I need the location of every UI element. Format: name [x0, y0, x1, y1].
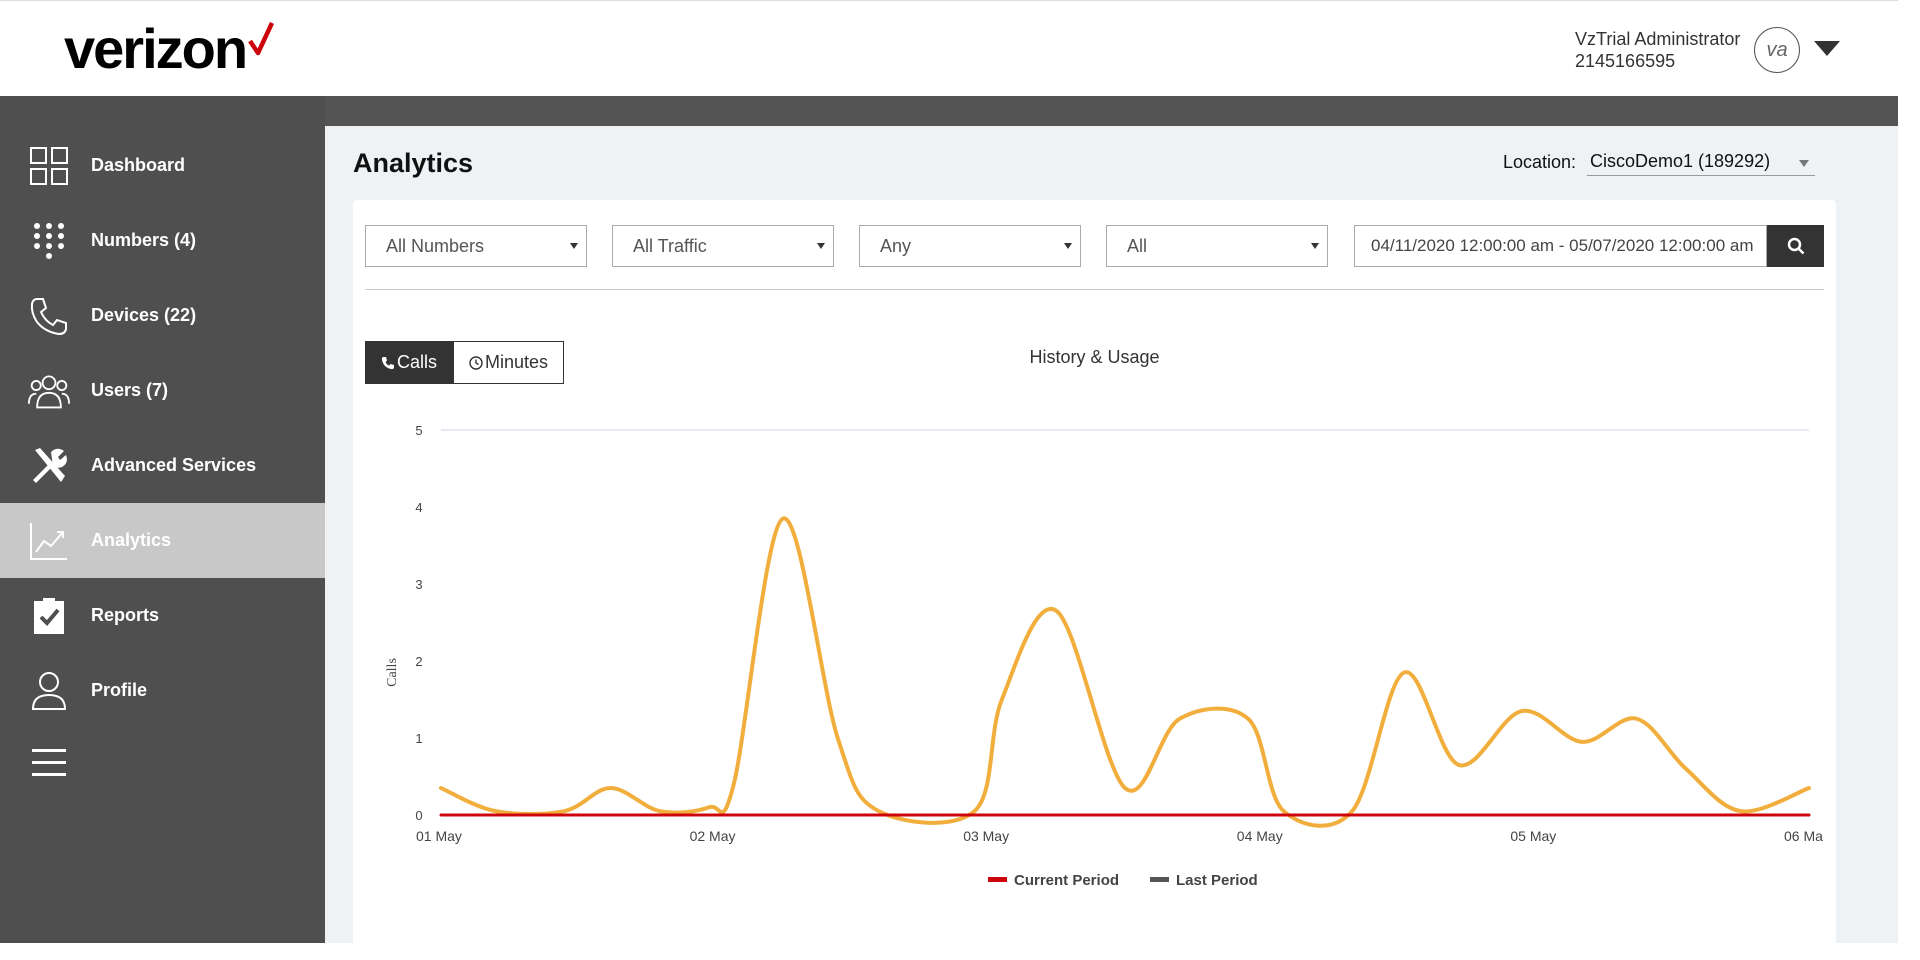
user-menu-chevron-down-icon[interactable] — [1814, 41, 1840, 56]
sidebar-item-numbers[interactable]: Numbers (4) — [0, 203, 325, 278]
person-icon — [28, 670, 70, 712]
chevron-down-icon — [1064, 243, 1072, 249]
date-range-input[interactable]: 04/11/2020 12:00:00 am - 05/07/2020 12:0… — [1354, 225, 1767, 267]
chevron-down-icon — [1799, 160, 1809, 167]
phone-icon — [28, 295, 70, 337]
x-tick-label: 03 May — [963, 828, 1009, 844]
sidebar-item-dashboard[interactable]: Dashboard — [0, 128, 325, 203]
direction-filter-select[interactable]: Any — [859, 225, 1081, 267]
users-icon — [28, 370, 70, 412]
y-tick-label: 3 — [415, 577, 422, 592]
series-line-0 — [439, 516, 1811, 828]
logo-check-icon — [248, 22, 275, 56]
sidebar-item-label: Advanced Services — [91, 455, 257, 475]
history-usage-chart: 0 1 2 3 4 5 Calls 01 May 02 May 03 May 04 May 05 Ma… — [385, 423, 1823, 889]
y-tick-label: 2 — [415, 654, 422, 669]
numbers-filter-value: All Numbers — [386, 236, 485, 256]
sidebar-item-reports[interactable]: Reports — [0, 578, 325, 653]
sidebar-item-label: Numbers (4) — [91, 230, 197, 250]
direction-filter-value: Any — [880, 236, 912, 256]
logo-text: verizon — [64, 17, 248, 80]
sidebar-item-analytics[interactable]: Analytics — [0, 503, 325, 578]
y-tick-label: 1 — [415, 731, 422, 746]
sidebar-item-devices[interactable]: Devices (22) — [0, 278, 325, 353]
grid-icon — [28, 145, 70, 187]
search-button[interactable] — [1767, 225, 1824, 267]
clipboard-check-icon — [28, 595, 70, 637]
sidebar: Dashboard Numbers (4) Devices (22) Users… — [0, 96, 325, 943]
sidebar-item-label: Reports — [91, 605, 160, 625]
traffic-filter-select[interactable]: All Traffic — [612, 225, 834, 267]
search-icon — [1787, 237, 1804, 255]
filter-divider — [365, 289, 1824, 290]
y-tick-label: 5 — [415, 423, 422, 438]
chevron-down-icon — [570, 243, 578, 249]
location-label: Location: — [1503, 152, 1577, 172]
type-filter-value: All — [1127, 236, 1148, 256]
y-axis-label: Calls — [385, 658, 400, 687]
sidebar-item-label: Profile — [91, 680, 148, 700]
user-info: VzTrial Administrator 2145166595 — [1575, 28, 1740, 72]
main-content: Analytics Location: CiscoDemo1 (189292) … — [325, 126, 1898, 960]
x-tick-label: 01 May — [416, 828, 462, 844]
type-filter-select[interactable]: All — [1106, 225, 1328, 267]
page-title: Analytics — [353, 148, 474, 178]
x-tick-label: 04 May — [1237, 828, 1283, 844]
sidebar-item-profile[interactable]: Profile — [0, 653, 325, 728]
sidebar-item-users[interactable]: Users (7) — [0, 353, 325, 428]
sidebar-item-label: Dashboard — [91, 155, 186, 175]
sidebar-item-label: Devices (22) — [91, 305, 197, 325]
legend-swatch — [1150, 877, 1169, 882]
app-header: verizon VzTrial Administrator 2145166595… — [0, 0, 1898, 96]
x-tick-label: 05 May — [1510, 828, 1556, 844]
avatar[interactable]: va — [1754, 27, 1800, 73]
legend-label: Current Period — [1014, 872, 1119, 889]
verizon-logo[interactable]: verizon — [64, 17, 275, 80]
sidebar-item-label: Users (7) — [91, 380, 169, 400]
legend-swatch — [988, 877, 1007, 882]
chart-line-icon — [28, 520, 70, 562]
user-phone: 2145166595 — [1575, 51, 1676, 71]
hamburger-icon[interactable] — [32, 748, 66, 778]
analytics-card: All Numbers All Traffic Any All 04/11/20… — [353, 200, 1836, 960]
x-tick-label: 02 May — [690, 828, 736, 844]
traffic-filter-value: All Traffic — [633, 236, 707, 256]
x-tick-label: 06 Ma — [1784, 828, 1823, 844]
dialpad-icon — [28, 220, 70, 262]
tools-icon — [28, 445, 70, 487]
sidebar-item-advanced-services[interactable]: Advanced Services — [0, 428, 325, 503]
legend-label: Last Period — [1176, 872, 1258, 889]
y-tick-label: 4 — [415, 500, 422, 515]
y-tick-label: 0 — [415, 808, 422, 823]
chart-title: History & Usage — [1029, 347, 1160, 367]
sidebar-item-label: Analytics — [91, 530, 172, 550]
chevron-down-icon — [817, 243, 825, 249]
location-select[interactable]: CiscoDemo1 (189292) — [1587, 148, 1815, 176]
top-banner-bar — [325, 96, 1898, 126]
numbers-filter-select[interactable]: All Numbers — [365, 225, 587, 267]
chevron-down-icon — [1311, 243, 1319, 249]
user-name: VzTrial Administrator — [1575, 29, 1741, 49]
location-value: CiscoDemo1 (189292) — [1590, 151, 1771, 171]
